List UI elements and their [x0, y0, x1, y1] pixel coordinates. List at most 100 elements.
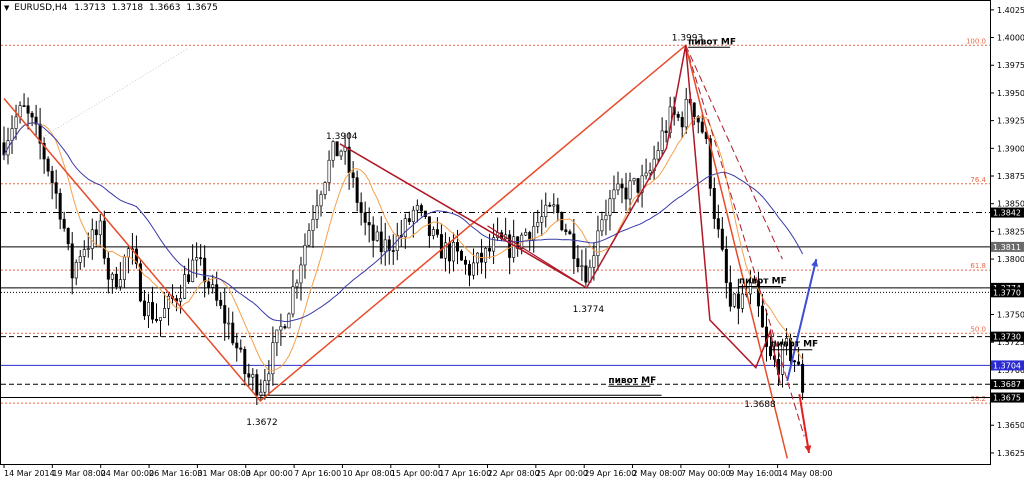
candle-body	[680, 117, 684, 128]
candle-body	[592, 255, 596, 268]
candle-body	[339, 150, 343, 157]
candle-body	[347, 146, 351, 174]
candle-body	[231, 322, 235, 344]
candle	[716, 204, 720, 238]
candle-body	[363, 212, 367, 223]
price-point-label: 1.3774	[573, 305, 605, 315]
candle-body	[10, 128, 14, 141]
candle-body	[379, 231, 383, 253]
candle	[2, 126, 6, 161]
candle	[10, 115, 14, 155]
candle-body	[568, 231, 572, 235]
candle-body	[219, 300, 223, 306]
collapse-triangle-icon[interactable]: ▼	[4, 4, 9, 12]
candle-body	[26, 105, 30, 114]
candle	[732, 293, 736, 309]
candle	[508, 230, 512, 275]
candle-body	[351, 172, 355, 179]
candle	[728, 265, 732, 312]
candle	[548, 202, 552, 208]
candle-body	[383, 239, 387, 253]
candle-body	[275, 329, 279, 343]
candle	[295, 279, 299, 299]
candle	[319, 190, 323, 217]
x-tick-label: 10 Apr 08:00	[342, 469, 394, 478]
x-tick-label: 7 Apr 16:00	[294, 469, 341, 478]
candle-body	[560, 212, 564, 231]
candle-body	[632, 178, 636, 182]
candle-body	[720, 228, 724, 250]
y-tick-label: 1.3825	[997, 227, 1024, 236]
candle	[70, 232, 74, 295]
candle	[315, 189, 319, 229]
candle	[339, 149, 343, 161]
candle-body	[251, 374, 255, 378]
y-tick-label: 1.3950	[997, 89, 1024, 98]
pattern-inner-triangle	[339, 143, 587, 289]
pivot-label: пивот MF	[608, 376, 656, 386]
candle-body	[199, 257, 203, 259]
candle-body	[303, 244, 307, 266]
candle	[26, 97, 30, 130]
candle	[536, 209, 540, 234]
candle	[74, 259, 78, 286]
candle	[62, 211, 66, 232]
candle-body	[716, 218, 720, 230]
candle-body	[608, 198, 612, 216]
candle-body	[644, 172, 648, 177]
x-tick-label: 14 Mar 2014	[4, 469, 55, 478]
candle-body	[508, 234, 512, 258]
candle	[652, 145, 656, 180]
candle	[98, 213, 102, 248]
candle	[604, 199, 608, 236]
candle	[235, 333, 239, 362]
candle	[335, 141, 339, 157]
candle	[644, 158, 648, 180]
candle-body	[355, 177, 359, 203]
price-point-label: 1.3904	[326, 132, 358, 142]
candle	[30, 111, 34, 127]
candle-body	[78, 256, 82, 263]
candle	[399, 220, 403, 247]
candle	[191, 244, 195, 283]
candle	[239, 339, 243, 353]
candle	[287, 312, 291, 329]
fib-level-label: 76.4	[970, 176, 986, 184]
candle	[801, 353, 805, 400]
fib-level-label: 38.2	[970, 395, 986, 403]
price-chart[interactable]: 1.4025 1.4000 1.3975 1.3950 1.3925 1.3900 1.38…	[0, 0, 1024, 482]
candle	[271, 326, 275, 386]
candle	[568, 229, 572, 235]
candle-body	[712, 188, 716, 219]
candle	[383, 222, 387, 266]
candle-body	[159, 317, 163, 321]
candle-body	[468, 264, 472, 276]
candle-body	[760, 305, 764, 328]
candle	[279, 313, 283, 346]
candle-body	[271, 342, 275, 375]
candle-body	[267, 373, 271, 381]
candle	[544, 192, 548, 228]
x-tick-label: 24 Mar 00:00	[101, 469, 154, 478]
candle	[299, 256, 303, 301]
candle-body	[126, 248, 130, 258]
candle	[411, 206, 415, 238]
candle	[572, 219, 576, 275]
candle-body	[584, 265, 588, 283]
candle-body	[142, 300, 146, 317]
candle	[596, 215, 600, 271]
candle-body	[544, 204, 548, 218]
candle-body	[740, 293, 744, 309]
fib-level-label: 61.8	[970, 262, 986, 270]
x-tick-label: 31 Mar 08:00	[197, 469, 250, 478]
candle	[431, 226, 435, 240]
candle-body	[331, 141, 335, 161]
x-tick-label: 29 Apr 16:00	[584, 469, 636, 478]
candle	[439, 223, 443, 259]
open-quote: 1.3713	[74, 3, 106, 13]
candle-body	[724, 249, 728, 283]
candle	[179, 284, 183, 314]
x-tick-label: 7 May 00:00	[681, 469, 731, 478]
candle-body	[227, 322, 231, 325]
candle	[640, 164, 644, 208]
